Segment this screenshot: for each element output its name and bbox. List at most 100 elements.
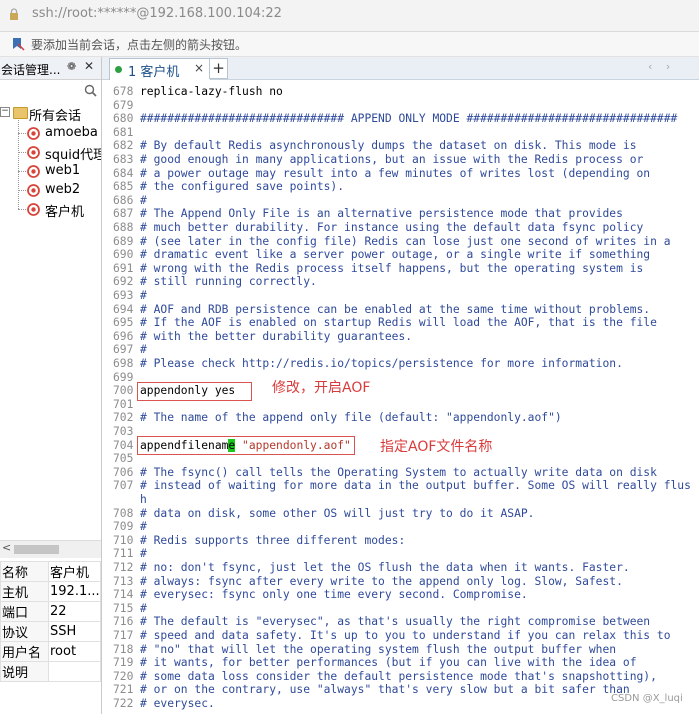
session-item[interactable]: web1 (0, 162, 101, 181)
property-value: 192.1... (48, 581, 101, 602)
session-manager-header: 会话管理... ❁ ✕ (0, 57, 101, 80)
property-key: 名称 (0, 561, 49, 582)
line-number: 719 (113, 656, 134, 670)
session-manager-title: 会话管理... (1, 63, 61, 77)
collapse-icon[interactable]: − (0, 107, 10, 117)
line-number: 688 (113, 221, 134, 234)
line-code: # (140, 547, 147, 561)
horizontal-scrollbar[interactable]: < (0, 540, 101, 558)
pin-icon[interactable]: ❁ (67, 60, 76, 73)
property-key: 端口 (0, 601, 49, 622)
property-value: SSH (48, 621, 101, 642)
tree-branch (18, 152, 26, 153)
line-code: # (140, 520, 147, 534)
line-code: # (140, 193, 147, 207)
line-number: 709 (113, 520, 134, 534)
line-number: 692 (113, 275, 134, 289)
line-code: # The Append Only File is an alternative… (140, 207, 623, 221)
tab-scroll-arrows-icon[interactable]: ‹ › (648, 60, 675, 73)
line-code: replica-lazy-flush no (140, 85, 283, 98)
address-bar[interactable]: ssh://root:******@192.168.100.104:22 (0, 0, 699, 32)
line-code: h (140, 493, 147, 506)
tree-root-all-sessions[interactable]: − 所有会话 (0, 103, 101, 124)
line-number: 698 (113, 357, 134, 370)
property-row: 名称 客户机 (0, 561, 101, 582)
terminal-output[interactable]: 722 # everysec. 721 # or on the contrary, u… (102, 80, 699, 714)
line-number: 711 (113, 547, 134, 561)
line-number: 686 (113, 193, 134, 207)
line-number: 722 (113, 697, 134, 710)
hint-text: 要添加当前会话，点击左侧的箭头按钮。 (31, 38, 248, 52)
line-number: 715 (113, 601, 134, 615)
line-code: # good enough in many applications, but … (140, 153, 644, 166)
session-properties-table: 名称 客户机 主机 192.1... 端口 22 协议 SSH 用户名 root 说明 (0, 561, 101, 682)
line-number: 712 (113, 561, 134, 574)
property-value: 22 (48, 601, 101, 622)
line-code: # some data loss consider the default pe… (140, 669, 657, 683)
line-code: # data on disk, some other OS will just … (140, 506, 535, 520)
line-number: 696 (113, 329, 134, 343)
session-label: web2 (45, 182, 81, 197)
line-code: # dramatic event like a server power out… (140, 248, 651, 262)
session-label: web1 (45, 163, 81, 178)
tab-client[interactable]: 1 客户机 × (109, 58, 211, 80)
line-number: 699 (113, 370, 134, 384)
bookmark-icon (13, 38, 25, 51)
scroll-left-icon[interactable]: < (2, 541, 11, 554)
line-number: 679 (113, 98, 134, 112)
line-number: 710 (113, 533, 134, 547)
line-code: # speed and data safety. It's up to you … (140, 629, 671, 642)
property-key: 主机 (0, 581, 49, 602)
tab-bar: 1 客户机 × + ‹ › (102, 57, 699, 80)
line-number: 721 (113, 683, 134, 697)
line-number: 682 (113, 139, 134, 153)
session-icon (27, 146, 40, 159)
line-code: # wrong with the Redis process itself ha… (140, 261, 644, 275)
session-label: amoeba (45, 125, 98, 140)
line-number: 684 (113, 166, 134, 180)
address-text[interactable]: ssh://root:******@192.168.100.104:22 (32, 6, 282, 21)
line-code: # everysec: fsync only one time every se… (140, 588, 528, 602)
new-tab-button[interactable]: + (209, 58, 228, 79)
line-number: 708 (113, 506, 134, 520)
close-panel-icon[interactable]: ✕ (84, 59, 94, 73)
line-code: # a power outage may result into a few m… (140, 166, 651, 180)
line-code: # it wants, for better performances (but… (140, 656, 637, 670)
session-manager-panel: 会话管理... ❁ ✕ − 所有会话 amoeba squid代理 web1 w… (0, 57, 102, 714)
session-icon (27, 165, 40, 178)
highlight-box-appendonly (137, 382, 252, 401)
property-row: 说明 (0, 661, 101, 682)
annotation-enable-aof: 修改，开启AOF (272, 380, 371, 396)
tab-close-icon[interactable]: × (194, 61, 204, 75)
property-row: 端口 22 (0, 601, 101, 622)
session-icon (27, 203, 40, 216)
line-number: 694 (113, 302, 134, 316)
line-code: # Redis supports three different modes: (140, 533, 406, 547)
tree-branch (18, 190, 26, 191)
line-code: # The fsync() call tells the Operating S… (140, 465, 657, 479)
line-code: # AOF and RDB persistence can be enabled… (140, 302, 651, 316)
line-number: 702 (113, 411, 134, 425)
property-value: root (48, 641, 101, 662)
line-number: 695 (113, 316, 134, 330)
session-item[interactable]: amoeba (0, 124, 101, 143)
search-icon[interactable] (84, 84, 97, 97)
line-number: 713 (113, 574, 134, 588)
scroll-thumb[interactable] (14, 545, 59, 554)
session-label: squid代理 (45, 148, 102, 163)
line-code: # everysec. (140, 697, 215, 710)
session-item[interactable]: 客户机 (0, 200, 101, 220)
session-item[interactable]: squid代理 (0, 143, 102, 163)
line-number: 701 (113, 397, 134, 411)
line-number: 680 (113, 112, 134, 126)
session-item[interactable]: web2 (0, 181, 101, 200)
tree-branch (18, 209, 26, 210)
line-number: 687 (113, 207, 134, 221)
line-number: 693 (113, 289, 134, 302)
hint-bar: 要添加当前会话，点击左侧的箭头按钮。 (0, 32, 699, 57)
line-number: 697 (113, 343, 134, 357)
session-label: 客户机 (45, 205, 85, 220)
line-code: # with the better durability guarantees. (140, 329, 413, 343)
line-code: ############################## APPEND ON… (140, 112, 678, 126)
property-key: 用户名 (0, 641, 49, 662)
